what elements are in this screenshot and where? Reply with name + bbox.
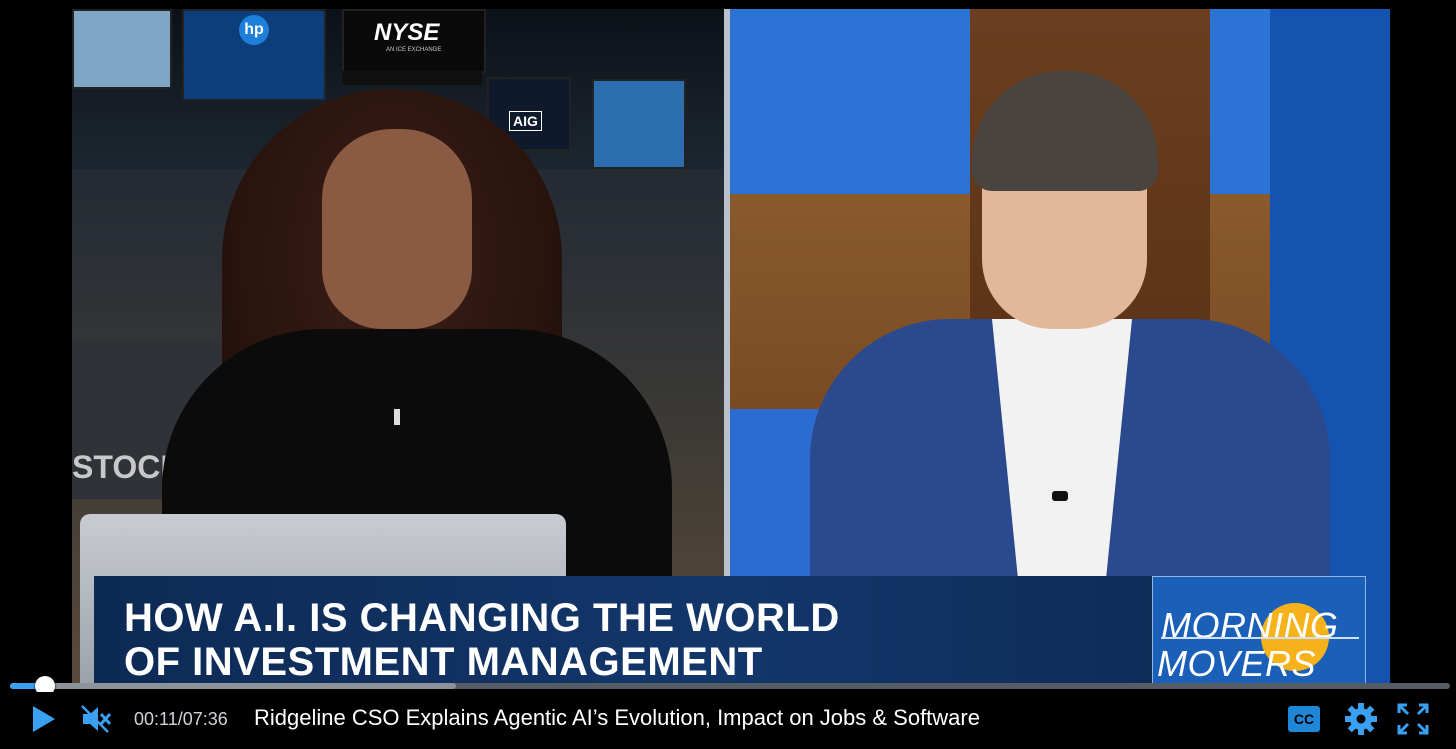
nyse-logo: NYSE <box>374 19 440 46</box>
lapel-mic-icon <box>1052 491 1068 501</box>
headline: HOW A.I. IS CHANGING THE WORLD OF INVEST… <box>124 596 840 684</box>
monitor-screen <box>592 79 686 169</box>
headline-line-2: OF INVESTMENT MANAGEMENT <box>124 640 763 684</box>
show-logo-line-1: MORNING <box>1161 605 1339 646</box>
play-button[interactable] <box>28 704 58 734</box>
hp-logo: hp <box>239 15 269 45</box>
video-frame[interactable]: hp NYSE AN ICE EXCHANGE AIG STOCK HOW A.… <box>72 9 1390 688</box>
nyse-subtitle: AN ICE EXCHANGE <box>386 47 442 53</box>
nyse-sign: NYSE AN ICE EXCHANGE <box>342 9 486 73</box>
aig-logo: AIG <box>509 111 542 131</box>
monitor-screen <box>72 9 172 89</box>
fullscreen-icon <box>1397 703 1429 735</box>
progress-bar[interactable] <box>10 683 1450 689</box>
stock-ticker <box>342 71 482 85</box>
morning-movers-logo: MORNING MOVERS <box>1152 576 1366 688</box>
lower-third-banner: HOW A.I. IS CHANGING THE WORLD OF INVEST… <box>94 576 1154 688</box>
cross-necklace <box>394 409 400 425</box>
mute-button[interactable] <box>80 704 112 734</box>
captions-button[interactable]: CC <box>1287 705 1321 733</box>
video-title: Ridgeline CSO Explains Agentic AI’s Evol… <box>254 705 980 730</box>
show-logo-line-2: MOVERS <box>1157 643 1317 684</box>
fullscreen-button[interactable] <box>1396 702 1430 736</box>
progress-buffered <box>10 683 457 689</box>
svg-text:CC: CC <box>1294 711 1314 727</box>
video-player[interactable]: hp NYSE AN ICE EXCHANGE AIG STOCK HOW A.… <box>0 0 1456 749</box>
hp-monitor: hp <box>182 9 326 101</box>
headline-line-1: HOW A.I. IS CHANGING THE WORLD <box>124 596 840 640</box>
volume-muted-icon <box>81 705 112 733</box>
logo-divider <box>1161 637 1359 639</box>
control-bar: 00:11/07:36 Ridgeline CSO Explains Agent… <box>0 692 1456 749</box>
closed-captions-icon: CC <box>1288 706 1320 732</box>
settings-button[interactable] <box>1344 702 1378 736</box>
host-face <box>322 129 472 329</box>
gear-icon <box>1345 703 1377 735</box>
time-display: 00:11/07:36 <box>134 709 228 729</box>
play-icon <box>33 706 55 732</box>
